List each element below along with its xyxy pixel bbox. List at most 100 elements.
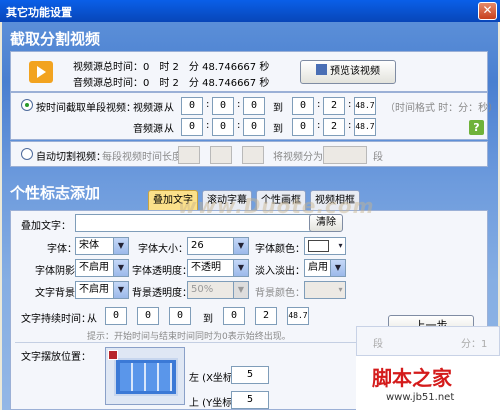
top-y-input[interactable]: 5: [231, 391, 269, 409]
segment-unit-label: 段: [373, 152, 383, 163]
bg-color-picker[interactable]: ▾: [304, 281, 346, 299]
font-transparency-value: 不透明: [191, 262, 221, 273]
audio-to-second[interactable]: 48.7: [354, 118, 376, 136]
preview-video-label: 预览该视频: [330, 66, 380, 77]
font-size-select[interactable]: 26 ▼: [187, 237, 249, 255]
font-size-value: 26: [191, 240, 204, 251]
duration-to-second[interactable]: 48.7: [287, 307, 309, 325]
to-label: 到: [203, 314, 213, 325]
chevron-down-icon: ▼: [113, 238, 128, 254]
video-to-second[interactable]: 48.7: [354, 97, 376, 115]
segment-count-field[interactable]: [323, 146, 367, 164]
duration-from-minute[interactable]: 0: [137, 307, 159, 325]
bg-color-label: 背景颜色：: [255, 288, 305, 299]
position-preview[interactable]: [105, 347, 185, 405]
site-watermark: www.Duote.com: [178, 194, 375, 218]
font-select[interactable]: 宋体 ▼: [75, 237, 129, 255]
overlay-clipped-row: 段 分：1: [356, 326, 500, 356]
video-info-panel: 视频源总时间：0 时 2 分 48.746667 秒 音频源总时间：0 时 2 …: [10, 51, 488, 92]
bg-transparency-select[interactable]: 50% ▼: [187, 281, 249, 299]
overlay-text-label: 叠加文字：: [21, 221, 71, 232]
chevron-down-icon: ▾: [336, 282, 345, 298]
chevron-down-icon: ▼: [233, 238, 248, 254]
auto-split-panel: 自动切割视频： 每段视频时间长度 将视频分为 段: [10, 141, 488, 167]
section-title-split: 截取分割视频: [10, 30, 101, 48]
audio-total-time: 音频源总时间：0 时 2 分 48.746667 秒: [73, 78, 270, 89]
audio-from-hour[interactable]: 0: [181, 118, 203, 136]
sep: :: [348, 99, 352, 110]
brand-logo: 脚本之家: [372, 366, 452, 390]
chevron-down-icon: ▼: [233, 260, 248, 276]
overlay-fragment-label-2: 分：1: [461, 339, 488, 350]
video-from-hour[interactable]: 0: [181, 97, 203, 115]
section-title-logo: 个性标志添加: [10, 184, 101, 202]
chevron-down-icon: ▾: [336, 238, 345, 254]
font-transparency-label: 字体透明度：: [132, 266, 192, 277]
text-bg-value: 不启用: [79, 284, 109, 295]
font-color-picker[interactable]: ▾: [304, 237, 346, 255]
fade-label: 淡入淡出：: [255, 266, 305, 277]
duration-from-hour[interactable]: 0: [105, 307, 127, 325]
sep: :: [348, 120, 352, 131]
to-label: 到: [273, 124, 283, 135]
font-color-label: 字体颜色：: [255, 244, 305, 255]
window-title: 其它功能设置: [6, 6, 72, 19]
chevron-down-icon: ▼: [233, 282, 248, 298]
fade-value: 启用: [308, 262, 328, 273]
video-from-minute[interactable]: 0: [212, 97, 234, 115]
bg-transparency-label: 背景透明度：: [132, 288, 192, 299]
sep: :: [206, 120, 210, 131]
audio-from-second[interactable]: 0: [243, 118, 265, 136]
preview-icon: [316, 64, 327, 75]
window-titlebar: 其它功能设置 ✕: [0, 0, 500, 22]
top-y-label: 上 (Y坐标): [189, 398, 237, 409]
segment-second-field[interactable]: [242, 146, 264, 164]
chevron-down-icon: ▼: [330, 260, 345, 276]
auto-split-label: 自动切割视频：: [36, 152, 106, 163]
segment-minute-field[interactable]: [210, 146, 232, 164]
video-to-minute[interactable]: 2: [323, 97, 345, 115]
brand-url: www.jb51.net: [386, 392, 455, 403]
position-checkbox[interactable]: [108, 350, 118, 360]
left-x-input[interactable]: 5: [231, 366, 269, 384]
duration-to-minute[interactable]: 2: [255, 307, 277, 325]
segment-hour-field[interactable]: [178, 146, 200, 164]
duration-to-hour[interactable]: 0: [223, 307, 245, 325]
preview-video-button[interactable]: 预览该视频: [300, 60, 396, 84]
sep: :: [317, 99, 321, 110]
from-label: 从: [87, 314, 97, 325]
font-shadow-select[interactable]: 不启用 ▼: [75, 259, 129, 277]
sep: :: [317, 120, 321, 131]
video-from-second[interactable]: 0: [243, 97, 265, 115]
split-by-time-panel: 按时间截取单段视频： 视频源 从 0 : 0 : 0 到 0 : 2 : 48.…: [10, 92, 498, 140]
segment-length-label: 每段视频时间长度: [102, 152, 182, 163]
text-bg-select[interactable]: 不启用 ▼: [75, 281, 129, 299]
from-label: 从: [164, 103, 174, 114]
video-to-hour[interactable]: 0: [292, 97, 314, 115]
split-by-time-label: 按时间截取单段视频：: [36, 103, 136, 114]
font-shadow-value: 不启用: [79, 262, 109, 273]
audio-to-hour[interactable]: 0: [292, 118, 314, 136]
audio-to-minute[interactable]: 2: [323, 118, 345, 136]
chevron-down-icon: ▼: [113, 260, 128, 276]
fade-select[interactable]: 启用 ▼: [304, 259, 346, 277]
auto-split-radio[interactable]: [21, 148, 33, 160]
audio-from-minute[interactable]: 0: [212, 118, 234, 136]
split-into-label: 将视频分为: [273, 152, 323, 163]
text-duration-label: 文字持续时间：: [21, 314, 91, 325]
to-label: 到: [273, 103, 283, 114]
film-icon: [29, 61, 53, 83]
help-icon[interactable]: ?: [469, 120, 484, 135]
sep: :: [237, 99, 241, 110]
sep: :: [237, 120, 241, 131]
monitor-icon: [114, 358, 178, 396]
font-transparency-select[interactable]: 不透明 ▼: [187, 259, 249, 277]
split-by-time-radio[interactable]: [21, 99, 33, 111]
font-color-swatch: [308, 240, 329, 252]
close-button[interactable]: ✕: [478, 2, 497, 20]
video-source-label: 视频源: [133, 103, 163, 114]
monitor-grid: [120, 363, 172, 391]
duration-from-second[interactable]: 0: [169, 307, 191, 325]
text-position-label: 文字摆放位置：: [21, 352, 91, 363]
time-format-hint: （时间格式 时：分：秒）: [385, 103, 499, 114]
